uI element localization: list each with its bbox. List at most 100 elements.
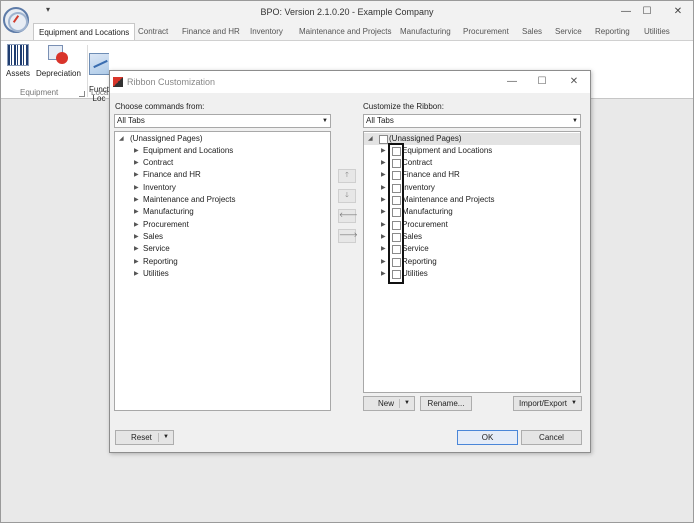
expand-icon[interactable]: ▶ [134, 221, 139, 228]
dialog-maximize-button[interactable]: ☐ [532, 75, 552, 89]
ok-button[interactable]: OK [457, 430, 518, 445]
tab-finance-and-hr[interactable]: Finance and HR [182, 23, 240, 40]
left-tree-item[interactable]: Manufacturing [143, 206, 194, 218]
left-tree-item[interactable]: Utilities [143, 268, 169, 280]
dialog-title-bar: Ribbon Customization — ☐ ✕ [110, 71, 590, 93]
left-tree-item[interactable]: Service [143, 243, 170, 255]
expand-icon[interactable]: ▶ [381, 171, 386, 178]
rename-button[interactable]: Rename... [420, 396, 472, 411]
add-arrow-icon[interactable]: 🡒 [338, 229, 358, 243]
expand-icon[interactable]: ▶ [381, 270, 386, 277]
tree-root-unassigned[interactable]: (Unassigned Pages) [130, 133, 202, 145]
speedometer-icon[interactable] [3, 7, 29, 33]
tab-contract[interactable]: Contract [138, 23, 168, 40]
assets-button[interactable]: Assets [5, 44, 31, 78]
expand-icon[interactable]: ▶ [381, 233, 386, 240]
left-tree-item[interactable]: Finance and HR [143, 169, 201, 181]
expand-icon[interactable]: ▶ [134, 270, 139, 277]
left-tree-item[interactable]: Maintenance and Projects [143, 194, 236, 206]
collapse-icon[interactable]: ◢ [368, 135, 373, 142]
import-export-button[interactable]: Import/Export ▼ [513, 396, 582, 411]
expand-icon[interactable]: ▶ [381, 196, 386, 203]
expand-icon[interactable]: ▶ [134, 208, 139, 215]
close-button[interactable]: ✕ [668, 5, 688, 19]
remove-arrow-icon[interactable]: 🡐 [338, 209, 358, 223]
depreciation-button[interactable]: Depreciation [36, 44, 81, 78]
tab-procurement[interactable]: Procurement [463, 23, 509, 40]
functional-locations-button[interactable]: Functional Loc [89, 44, 109, 112]
tab-sales[interactable]: Sales [522, 23, 542, 40]
expand-icon[interactable]: ▶ [381, 245, 386, 252]
right-tree-item[interactable]: Inventory [402, 182, 435, 194]
right-tree-item[interactable]: Contract [402, 157, 432, 169]
left-tree-item[interactable]: Procurement [143, 219, 189, 231]
right-tree-item[interactable]: Manufacturing [402, 206, 453, 218]
expand-icon[interactable]: ▶ [134, 196, 139, 203]
chart-icon [89, 53, 109, 75]
expand-icon[interactable]: ▶ [134, 159, 139, 166]
chevron-down-icon[interactable]: ▼ [404, 397, 410, 410]
right-tree-item[interactable]: Sales [402, 231, 422, 243]
split-divider [399, 399, 400, 408]
right-tree-item[interactable]: Equipment and Locations [402, 145, 492, 157]
move-down-icon[interactable]: 🡓 [338, 189, 356, 203]
application-window: ▾ BPO: Version 2.1.0.20 - Example Compan… [0, 0, 694, 523]
expand-icon[interactable]: ▶ [134, 171, 139, 178]
commands-tree[interactable]: ◢ (Unassigned Pages) ▶ Equipment and Loc… [114, 131, 331, 411]
expand-icon[interactable]: ▶ [134, 233, 139, 240]
expand-icon[interactable]: ▶ [381, 184, 386, 191]
dialog-close-button[interactable]: ✕ [564, 75, 584, 89]
right-tree-item[interactable]: Maintenance and Projects [402, 194, 495, 206]
left-tree-item[interactable]: Inventory [143, 182, 176, 194]
expand-icon[interactable]: ▶ [134, 184, 139, 191]
right-tree-item[interactable]: Procurement [402, 219, 448, 231]
right-tree-item[interactable]: Service [402, 243, 429, 255]
ribbon-group-label-equipment: Equipment [20, 88, 59, 97]
cancel-button[interactable]: Cancel [521, 430, 582, 445]
left-tree-item[interactable]: Contract [143, 157, 173, 169]
move-up-icon[interactable]: 🡑 [338, 169, 356, 183]
expand-icon[interactable]: ▶ [381, 258, 386, 265]
tab-service[interactable]: Service [555, 23, 582, 40]
right-tree-item[interactable]: Utilities [402, 268, 428, 280]
tab-reporting[interactable]: Reporting [595, 23, 630, 40]
new-button-label: New [378, 399, 395, 408]
chevron-down-icon[interactable]: ▼ [571, 397, 577, 410]
right-tree-item[interactable]: Reporting [402, 256, 437, 268]
expand-icon[interactable]: ▶ [381, 147, 386, 154]
minimize-button[interactable]: — [616, 5, 636, 19]
right-tree-item[interactable]: Finance and HR [402, 169, 460, 181]
tab-inventory[interactable]: Inventory [250, 23, 283, 40]
tab-equipment-and-locations[interactable]: Equipment and Locations [33, 23, 136, 40]
depreciation-icon [47, 44, 69, 66]
left-tree-item[interactable]: Equipment and Locations [143, 145, 233, 157]
expand-icon[interactable]: ▶ [381, 221, 386, 228]
maximize-button[interactable]: ☐ [637, 5, 657, 19]
customize-ribbon-combo[interactable]: All Tabs ▼ [363, 114, 581, 128]
left-tree-item[interactable]: Sales [143, 231, 163, 243]
ribbon-tree[interactable]: ◢ (Unassigned Pages) ▶ Equipment and Loc… [363, 131, 581, 393]
tab-maintenance-and-projects[interactable]: Maintenance and Projects [299, 23, 392, 40]
left-tree-item[interactable]: Reporting [143, 256, 178, 268]
group-launcher-icon[interactable] [79, 91, 85, 97]
dialog-minimize-button[interactable]: — [502, 75, 522, 89]
dialog-title: Ribbon Customization [127, 77, 216, 87]
window-title: BPO: Version 2.1.0.20 - Example Company [260, 7, 434, 17]
root-checkbox[interactable] [379, 135, 388, 144]
expand-icon[interactable]: ▶ [134, 147, 139, 154]
new-button[interactable]: New ▼ [363, 396, 415, 411]
expand-icon[interactable]: ▶ [381, 159, 386, 166]
import-export-label: Import/Export [519, 399, 568, 408]
depreciation-label: Depreciation [36, 69, 81, 78]
expand-icon[interactable]: ▶ [134, 245, 139, 252]
choose-commands-combo[interactable]: All Tabs ▼ [114, 114, 331, 128]
split-divider [158, 433, 159, 442]
tab-utilities[interactable]: Utilities [644, 23, 670, 40]
expand-icon[interactable]: ▶ [134, 258, 139, 265]
collapse-icon[interactable]: ◢ [119, 135, 124, 142]
tab-manufacturing[interactable]: Manufacturing [400, 23, 451, 40]
reset-button[interactable]: Reset ▼ [115, 430, 174, 445]
title-bar: ▾ BPO: Version 2.1.0.20 - Example Compan… [1, 1, 693, 23]
chevron-down-icon[interactable]: ▼ [163, 431, 169, 444]
expand-icon[interactable]: ▶ [381, 208, 386, 215]
